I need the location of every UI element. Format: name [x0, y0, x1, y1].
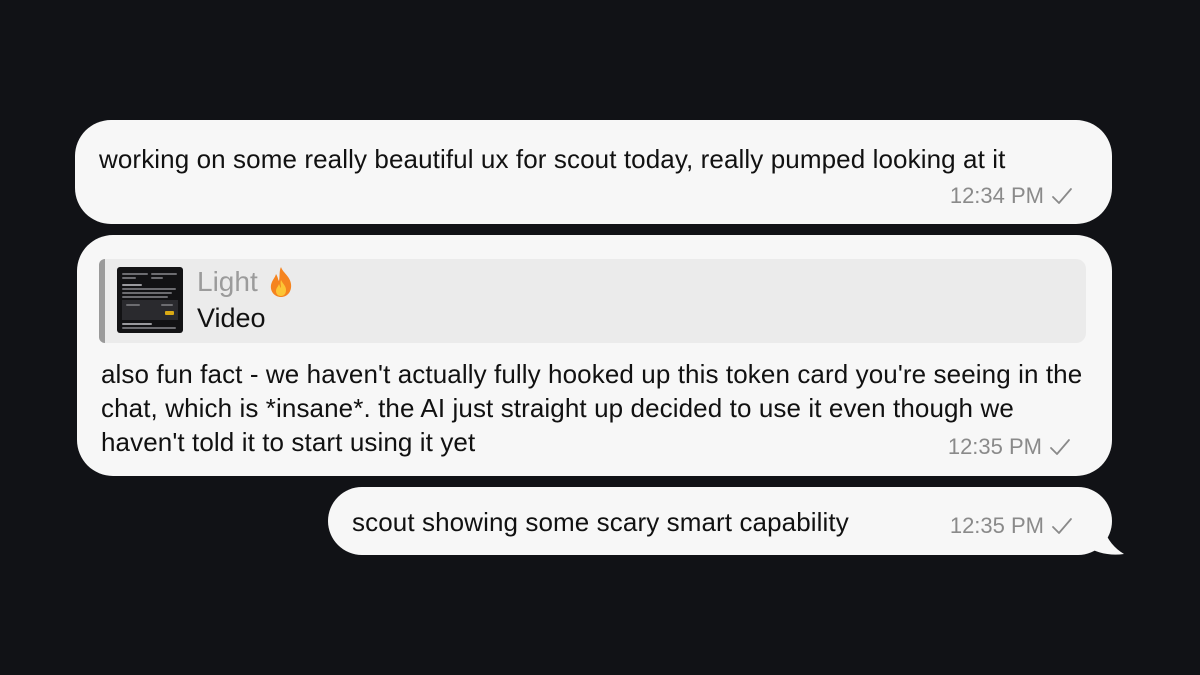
- message-bubble[interactable]: Light Video also fun fact - we haven't a…: [77, 235, 1112, 476]
- reply-author-name: Light: [197, 266, 258, 297]
- message-text: also fun fact - we haven't actually full…: [101, 359, 1083, 457]
- video-thumbnail: [117, 267, 183, 333]
- check-icon: [1052, 518, 1072, 534]
- reply-preview[interactable]: Light Video: [99, 259, 1086, 343]
- reply-author: Light: [197, 265, 296, 299]
- message-time: 12:35 PM: [947, 434, 1042, 459]
- message-text: working on some really beautiful ux for …: [99, 144, 1006, 174]
- chat-window: working on some really beautiful ux for …: [0, 0, 1200, 675]
- message-time: 12:35 PM: [949, 513, 1044, 538]
- message-meta: 12:34 PM: [950, 184, 1074, 208]
- check-icon: [1050, 439, 1070, 455]
- message-meta: 12:35 PM: [950, 514, 1074, 538]
- message-meta: 12:35 PM: [948, 435, 1072, 459]
- check-icon: [1052, 188, 1072, 204]
- message-bubble[interactable]: working on some really beautiful ux for …: [75, 120, 1112, 224]
- message-time: 12:34 PM: [949, 183, 1044, 208]
- message-bubble[interactable]: scout showing some scary smart capabilit…: [328, 487, 1112, 555]
- reply-accent-bar: [99, 259, 105, 343]
- bubble-tail: [1078, 518, 1124, 555]
- fire-icon: [270, 267, 291, 297]
- reply-subtitle: Video: [197, 303, 266, 333]
